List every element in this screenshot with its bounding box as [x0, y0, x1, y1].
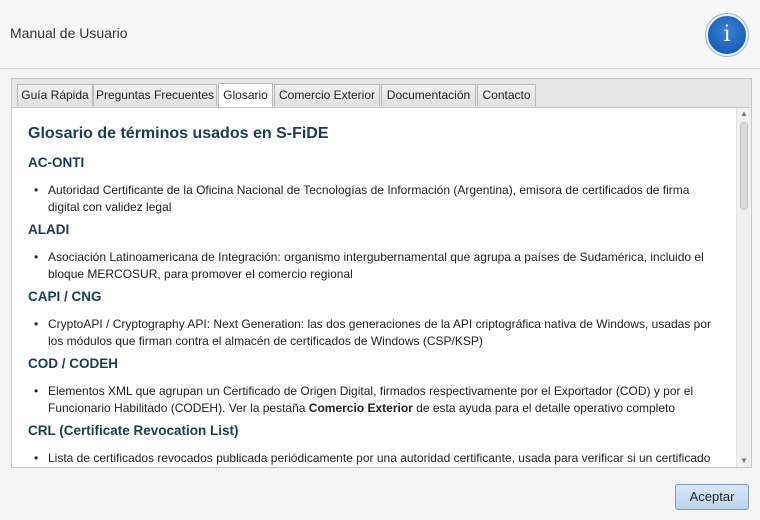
term-definition: • Asociación Latinoamericana de Integrac… [34, 249, 714, 282]
tab-documentacion[interactable]: Documentación [381, 84, 476, 106]
comercio-exterior-reference: Comercio Exterior [308, 400, 413, 415]
info-icon: i [706, 14, 748, 56]
term-definition: • Elementos XML que agrupan un Certifica… [34, 383, 714, 416]
vertical-scrollbar[interactable]: ▲ ▼ [736, 108, 751, 467]
tab-guia-rapida[interactable]: Guía Rápida [17, 84, 93, 106]
definition-text: Asociación Latinoamericana de Integració… [48, 250, 704, 281]
window-title: Manual de Usuario [10, 25, 128, 41]
bullet: • [34, 317, 39, 331]
term-heading: ALADI [28, 222, 70, 237]
term-heading: AC-ONTI [28, 155, 85, 170]
definition-text: Lista de certificados revocados publicad… [48, 451, 711, 465]
glossary-title: Glosario de términos usados en S-FiDE [28, 125, 329, 142]
scroll-thumb[interactable] [740, 122, 748, 210]
scroll-up-icon[interactable]: ▲ [737, 108, 751, 120]
tab-pane: Guía Rápida Preguntas Frecuentes Glosari… [11, 78, 752, 468]
term-definition: • CryptoAPI / Cryptography API: Next Gen… [34, 316, 714, 349]
term-heading: CAPI / CNG [28, 289, 102, 304]
tab-comercio-exterior[interactable]: Comercio Exterior [274, 84, 380, 106]
tab-preguntas-frecuentes[interactable]: Preguntas Frecuentes [93, 84, 217, 106]
tab-glosario[interactable]: Glosario [218, 83, 273, 107]
bullet: • [34, 250, 39, 264]
tab-strip: Guía Rápida Preguntas Frecuentes Glosari… [12, 79, 751, 108]
dialog-header: Manual de Usuario i [0, 0, 760, 69]
glossary-content: Glosario de términos usados en S-FiDE AC… [12, 108, 736, 467]
accept-button[interactable]: Aceptar [675, 484, 749, 510]
definition-text-part: de esta ayuda para el detalle operativo … [412, 400, 676, 415]
term-definition: • Autoridad Certificante de la Oficina N… [34, 182, 714, 215]
definition-text: Elementos XML que agrupan un Certificado… [48, 383, 714, 416]
term-heading: CRL (Certificate Revocation List) [28, 423, 239, 438]
term-definition: • Lista de certificados revocados public… [34, 450, 714, 467]
bullet: • [34, 451, 39, 465]
bullet: • [34, 183, 39, 197]
tab-contacto[interactable]: Contacto [477, 84, 536, 106]
definition-text: Autoridad Certificante de la Oficina Nac… [48, 183, 690, 214]
term-heading: COD / CODEH [28, 356, 119, 371]
definition-text: CryptoAPI / Cryptography API: Next Gener… [48, 317, 712, 348]
bullet: • [34, 384, 39, 398]
scroll-down-icon[interactable]: ▼ [737, 455, 751, 467]
